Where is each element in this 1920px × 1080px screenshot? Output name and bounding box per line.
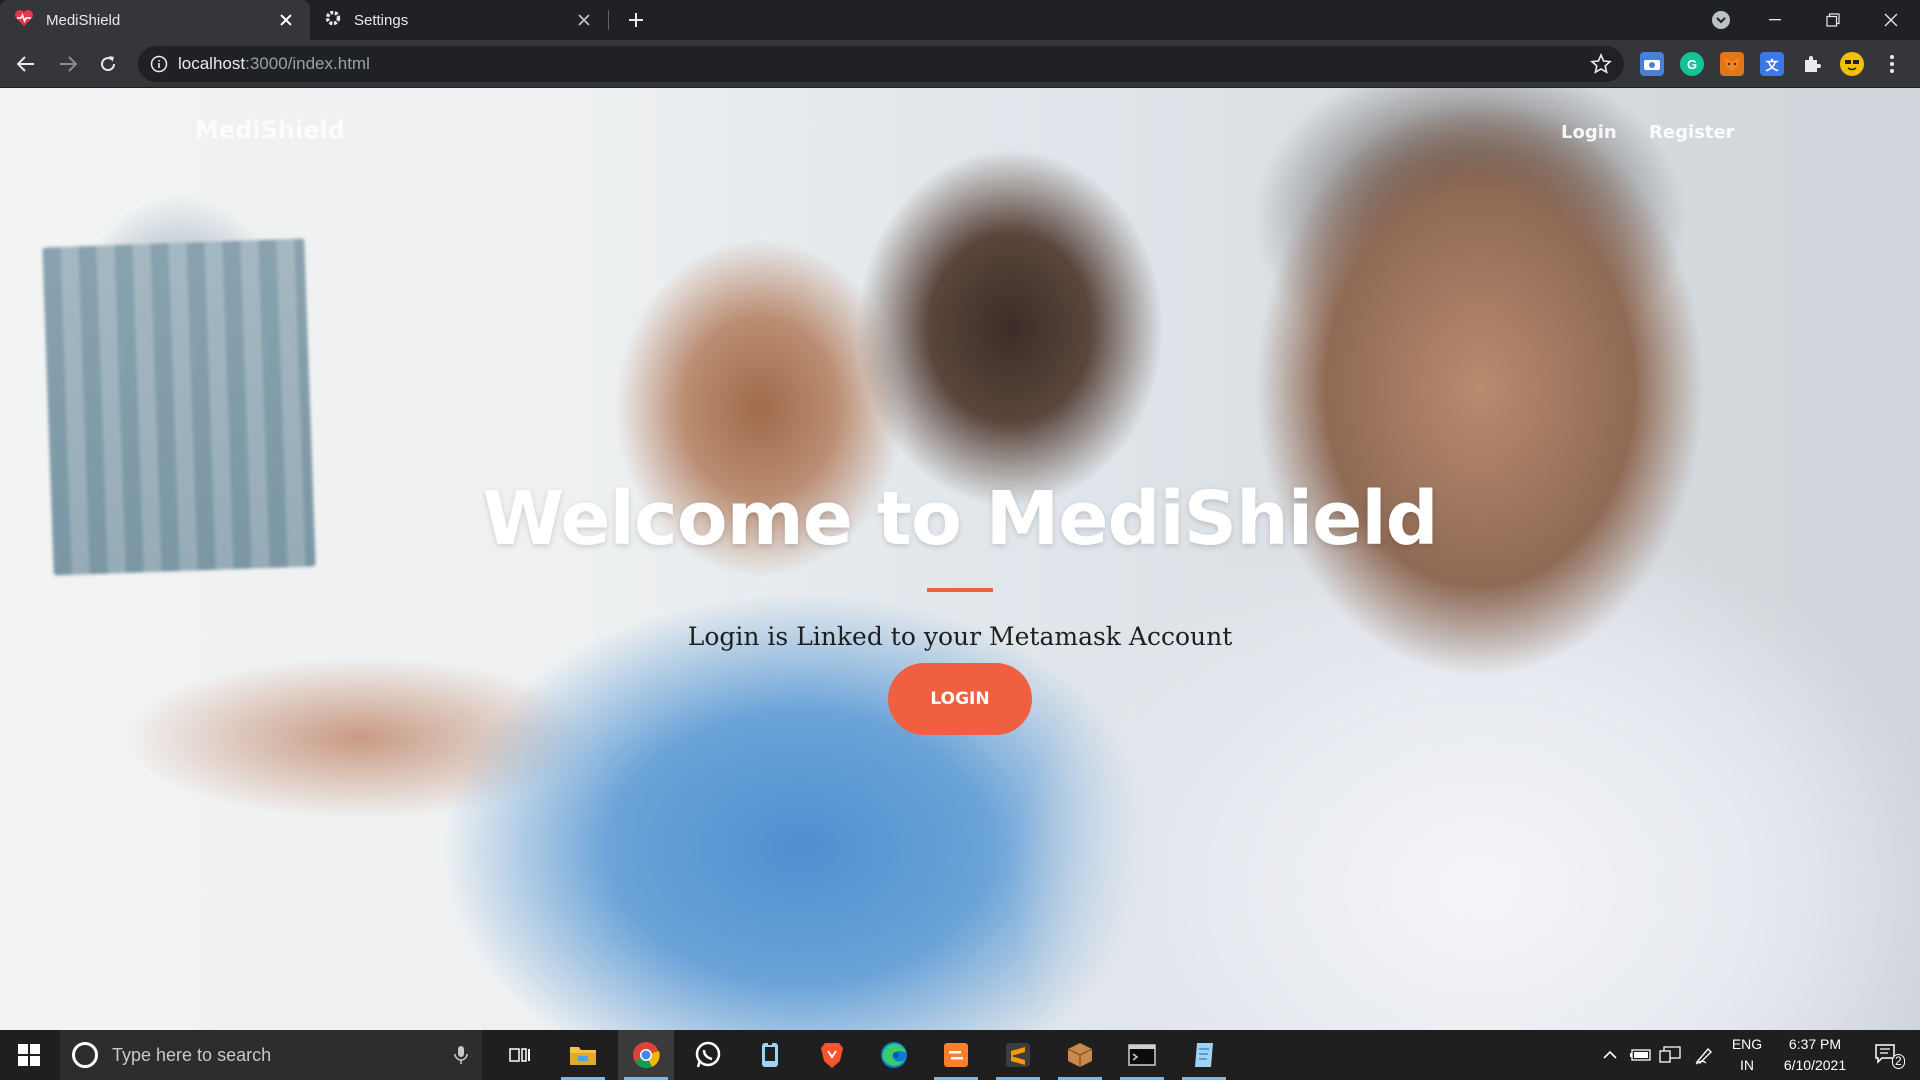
hero-divider — [927, 588, 993, 592]
task-view-icon[interactable] — [492, 1030, 548, 1080]
edge-browser-icon[interactable] — [866, 1030, 922, 1080]
url-text: localhost:3000/index.html — [178, 54, 370, 74]
package-box-icon[interactable] — [1052, 1030, 1108, 1080]
windows-taskbar: Type here to search ENG IN 6:37 PM 6/10/… — [0, 1030, 1920, 1080]
terminal-icon[interactable] — [1114, 1030, 1170, 1080]
minimize-button[interactable] — [1746, 0, 1804, 40]
show-hidden-icons-chevron-icon[interactable] — [1596, 1030, 1624, 1080]
grammarly-extension-icon[interactable]: G — [1680, 52, 1704, 76]
login-button[interactable]: LOGIN — [888, 663, 1032, 735]
file-explorer-icon[interactable] — [555, 1030, 611, 1080]
close-window-button[interactable] — [1862, 0, 1920, 40]
site-navbar: MediShield Login Register — [0, 88, 1920, 168]
sublime-merge-icon[interactable] — [928, 1030, 984, 1080]
phone-companion-icon[interactable] — [742, 1030, 798, 1080]
translate-extension-icon[interactable]: 文 — [1760, 52, 1784, 76]
extensions-puzzle-icon[interactable] — [1800, 52, 1824, 76]
address-bar[interactable]: localhost:3000/index.html — [138, 46, 1624, 82]
hero-title: Welcome to MediShield — [482, 476, 1438, 562]
page-viewport: MediShield Login Register Welcome to Med… — [0, 88, 1920, 1030]
url-host: localhost — [178, 54, 246, 73]
sublime-text-icon[interactable] — [990, 1030, 1046, 1080]
reload-button[interactable] — [94, 50, 122, 78]
bookmark-star-icon[interactable] — [1590, 52, 1612, 75]
microphone-icon[interactable] — [454, 1045, 468, 1065]
language-indicator[interactable]: ENG IN — [1724, 1030, 1770, 1080]
search-placeholder: Type here to search — [112, 1044, 272, 1065]
close-tab-icon[interactable] — [276, 10, 296, 30]
camera-extension-icon[interactable] — [1640, 52, 1664, 76]
profile-avatar-icon[interactable] — [1840, 52, 1864, 76]
taskbar-search-box[interactable]: Type here to search — [60, 1030, 482, 1080]
back-button[interactable] — [12, 50, 40, 78]
window-controls — [1746, 0, 1920, 40]
nav-login-link[interactable]: Login — [1561, 122, 1617, 143]
hero-subtitle: Login is Linked to your Metamask Account — [687, 622, 1233, 651]
tab-title: Settings — [354, 11, 409, 29]
url-path: :3000/index.html — [245, 54, 370, 73]
start-button[interactable] — [0, 1030, 58, 1080]
tab-settings[interactable]: Settings — [310, 0, 608, 40]
whatsapp-icon[interactable] — [680, 1030, 736, 1080]
browser-toolbar: localhost:3000/index.html G 文 — [0, 40, 1920, 88]
new-tab-button[interactable] — [624, 8, 648, 32]
notification-count-badge: 2 — [1892, 1054, 1905, 1069]
restore-button[interactable] — [1804, 0, 1862, 40]
site-info-icon[interactable] — [148, 53, 170, 75]
clock-date: 6/10/2021 — [1783, 1057, 1847, 1073]
pen-ink-icon[interactable] — [1690, 1030, 1718, 1080]
forward-button[interactable] — [54, 50, 82, 78]
tab-search-icon[interactable] — [1710, 9, 1732, 31]
tab-separator — [608, 10, 609, 30]
action-center-button[interactable]: 2 — [1862, 1030, 1912, 1080]
network-icon[interactable] — [1656, 1030, 1684, 1080]
heart-pulse-icon — [14, 9, 34, 31]
browser-tab-strip: MediShield Settings — [0, 0, 1920, 40]
tab-medishield[interactable]: MediShield — [0, 0, 310, 40]
chrome-taskbar-icon[interactable] — [618, 1030, 674, 1080]
windows-logo-icon — [18, 1044, 40, 1066]
close-tab-icon[interactable] — [574, 10, 594, 30]
clock-time: 6:37 PM — [1788, 1036, 1842, 1052]
site-brand-link[interactable]: MediShield — [195, 116, 345, 144]
metamask-fox-icon[interactable] — [1720, 52, 1744, 76]
battery-icon[interactable] — [1626, 1030, 1654, 1080]
chrome-menu-icon[interactable] — [1880, 52, 1904, 76]
tab-title: MediShield — [46, 11, 121, 29]
cortana-icon — [72, 1042, 98, 1068]
notes-app-icon[interactable] — [1176, 1030, 1232, 1080]
nav-register-link[interactable]: Register — [1649, 122, 1735, 143]
gear-icon — [324, 9, 342, 31]
clock[interactable]: 6:37 PM 6/10/2021 — [1772, 1030, 1858, 1080]
brave-browser-icon[interactable] — [804, 1030, 860, 1080]
region-text: IN — [1740, 1057, 1754, 1073]
language-text: ENG — [1731, 1036, 1763, 1052]
